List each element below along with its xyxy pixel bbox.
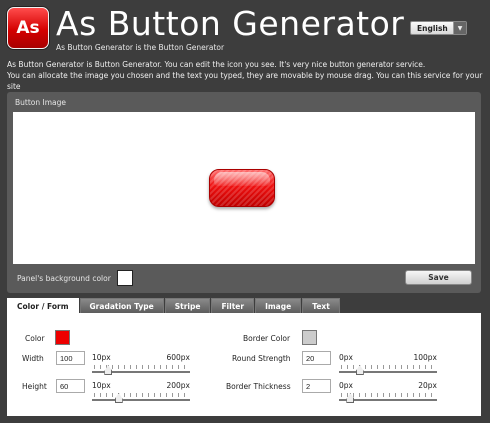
slider-max-label: 20px — [418, 381, 437, 390]
border-thickness-input[interactable] — [302, 379, 331, 393]
width-slider[interactable]: 10px 600px — [92, 353, 190, 379]
height-label: Height — [22, 382, 47, 391]
width-input[interactable] — [56, 351, 85, 365]
tab-text[interactable]: Text — [302, 298, 340, 313]
tab-bar: Color / Form Gradation Type Stripe Filte… — [7, 298, 341, 313]
slider-min-label: 10px — [92, 353, 111, 362]
chevron-down-icon: ▼ — [453, 22, 466, 34]
preview-canvas — [13, 112, 475, 264]
slider-min-label: 0px — [339, 353, 353, 362]
tab-image[interactable]: Image — [255, 298, 302, 313]
border-color-label: Border Color — [243, 334, 291, 343]
border-thickness-slider[interactable]: 0px 20px — [339, 381, 437, 407]
preview-button[interactable] — [209, 169, 275, 207]
slider-min-label: 0px — [339, 381, 353, 390]
button-image-panel: Button Image Panel's background color Sa… — [7, 92, 481, 293]
height-slider[interactable]: 10px 200px — [92, 381, 190, 407]
tab-gradation-type[interactable]: Gradation Type — [79, 298, 164, 313]
intro-line-2: You can allocate the image you chosen an… — [7, 71, 483, 91]
bg-color-label: Panel's background color — [17, 274, 111, 283]
slider-ticks — [341, 393, 435, 397]
tab-stripe[interactable]: Stripe — [164, 298, 211, 313]
border-thickness-label: Border Thickness — [226, 382, 291, 391]
slider-max-label: 200px — [166, 381, 190, 390]
intro-line-1: As Button Generator is Button Generator.… — [7, 60, 426, 69]
app-title: As Button Generator — [56, 4, 405, 43]
tab-color-form[interactable]: Color / Form — [7, 298, 79, 313]
round-strength-slider[interactable]: 0px 100px — [339, 353, 437, 379]
round-strength-label: Round Strength — [232, 354, 291, 363]
panel-label: Button Image — [15, 98, 66, 107]
slider-min-label: 10px — [92, 381, 111, 390]
language-select-value: English — [417, 23, 448, 33]
round-strength-input[interactable] — [302, 351, 331, 365]
color-swatch[interactable] — [55, 330, 70, 345]
color-label: Color — [25, 334, 45, 343]
border-color-swatch[interactable] — [302, 330, 317, 345]
slider-max-label: 100px — [413, 353, 437, 362]
tab-filter[interactable]: Filter — [211, 298, 255, 313]
width-label: Width — [22, 354, 44, 363]
height-input[interactable] — [56, 379, 85, 393]
slider-max-label: 600px — [166, 353, 190, 362]
app-subtitle: As Button Generator is the Button Genera… — [56, 43, 225, 52]
app-logo: As — [7, 7, 49, 49]
save-button[interactable]: Save — [405, 270, 472, 285]
slider-ticks — [341, 365, 435, 369]
color-form-panel: Color Border Color Width 10px 600px Roun… — [7, 313, 481, 416]
bg-color-swatch[interactable] — [117, 270, 133, 286]
language-select[interactable]: English ▼ — [410, 21, 467, 35]
slider-ticks — [94, 393, 188, 397]
slider-track — [339, 371, 437, 373]
slider-track — [92, 399, 190, 401]
intro-text: As Button Generator is Button Generator.… — [7, 59, 485, 92]
